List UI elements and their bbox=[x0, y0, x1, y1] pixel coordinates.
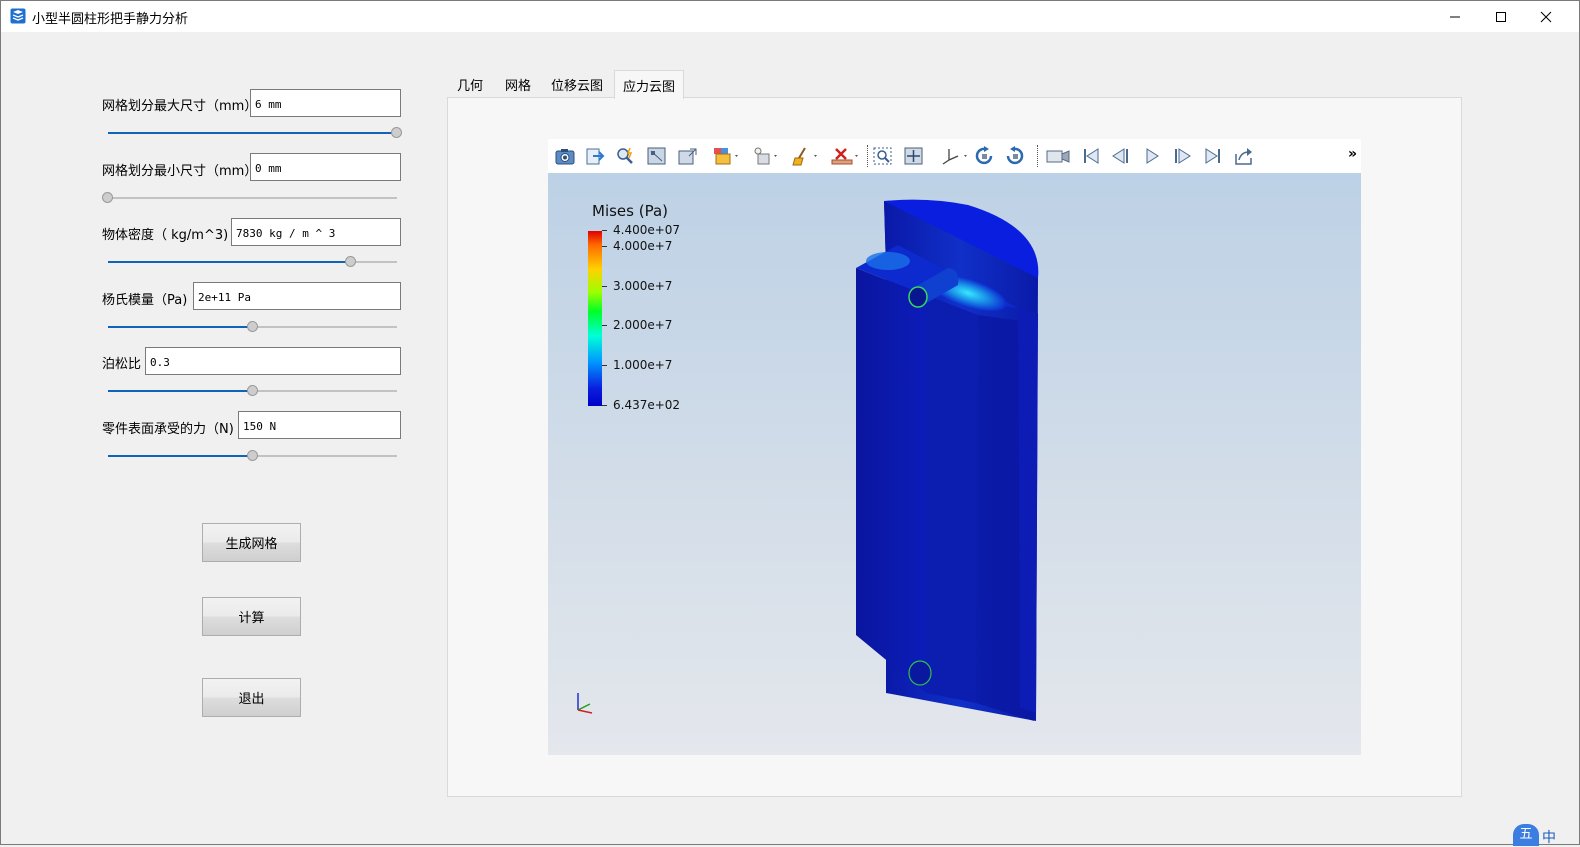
slider-thumb[interactable] bbox=[391, 127, 402, 138]
stress-viewer: » Mises (Pa) 4.400e+07 4.000e+7 3.000e+7… bbox=[548, 139, 1361, 755]
rotate-ccw-icon[interactable] bbox=[1004, 146, 1026, 166]
poisson-ratio-input[interactable]: 0.3 bbox=[145, 347, 401, 375]
viewer-toolbar: » bbox=[548, 139, 1361, 173]
axes-orientation-icon[interactable] bbox=[941, 146, 971, 166]
handle-end bbox=[908, 286, 928, 308]
minimize-icon bbox=[1450, 16, 1460, 17]
surface-force-label: 零件表面承受的力（N) bbox=[102, 422, 234, 437]
min-mesh-size-label: 网格划分最小尺寸（mm） bbox=[102, 164, 258, 179]
slider-thumb[interactable] bbox=[246, 321, 258, 332]
min-mesh-size-slider[interactable] bbox=[102, 191, 397, 205]
max-mesh-size-slider[interactable] bbox=[108, 126, 402, 140]
main-window: 小型半圆柱形把手静力分析 网格划分最大尺寸（mm） 6 mm 网格划分最小尺寸（… bbox=[0, 0, 1580, 847]
app-icon bbox=[10, 8, 26, 24]
stress-zone bbox=[866, 252, 910, 270]
toolbar-overflow-button[interactable]: » bbox=[1348, 146, 1357, 162]
bottom-pin bbox=[908, 660, 932, 686]
tab-stress[interactable]: 应力云图 bbox=[614, 70, 684, 99]
pan-icon[interactable] bbox=[903, 146, 925, 166]
maximize-icon bbox=[1496, 11, 1506, 22]
slider-thumb[interactable] bbox=[102, 192, 113, 203]
density-input[interactable]: 7830 kg / m ^ 3 bbox=[231, 218, 401, 246]
tab-geometry[interactable]: 几何 bbox=[450, 70, 490, 98]
next-frame-icon[interactable] bbox=[1171, 146, 1193, 166]
previous-frame-icon[interactable] bbox=[1110, 146, 1132, 166]
poisson-ratio-slider[interactable] bbox=[108, 384, 397, 398]
poisson-ratio-label: 泊松比 bbox=[102, 357, 142, 372]
max-mesh-size-label: 网格划分最大尺寸（mm） bbox=[102, 99, 258, 114]
density-slider[interactable] bbox=[108, 255, 397, 269]
surface-force-slider[interactable] bbox=[108, 449, 397, 463]
zoom-select-icon[interactable] bbox=[615, 146, 637, 166]
toolbar-separator bbox=[1037, 145, 1038, 167]
compute-button[interactable]: 计算 bbox=[202, 597, 301, 636]
camera-icon[interactable] bbox=[1045, 146, 1071, 166]
zoom-box-icon[interactable] bbox=[872, 146, 894, 166]
last-frame-icon[interactable] bbox=[1202, 146, 1224, 166]
ime-language-indicator[interactable]: 中 bbox=[1542, 827, 1556, 847]
ime-mode-indicator[interactable]: 五 bbox=[1513, 824, 1539, 846]
close-button[interactable] bbox=[1523, 1, 1569, 32]
density-label: 物体密度（ kg/m^3) bbox=[102, 228, 229, 243]
slider-thumb[interactable] bbox=[246, 450, 258, 461]
rotate-cw-icon[interactable] bbox=[974, 146, 996, 166]
max-mesh-size-input[interactable]: 6 mm bbox=[250, 89, 401, 117]
maximize-button[interactable] bbox=[1478, 1, 1524, 32]
clear-icon[interactable] bbox=[791, 146, 821, 166]
export-icon[interactable] bbox=[585, 146, 607, 166]
share-icon[interactable] bbox=[1233, 146, 1255, 166]
youngs-modulus-input[interactable]: 2e+11 Pa bbox=[193, 282, 401, 310]
window-title: 小型半圆柱形把手静力分析 bbox=[32, 12, 189, 27]
axis-triad bbox=[577, 693, 593, 714]
first-frame-icon[interactable] bbox=[1080, 146, 1102, 166]
right-rail bbox=[1018, 308, 1038, 713]
close-icon bbox=[1540, 11, 1552, 22]
youngs-modulus-label: 杨氏模量（Pa) bbox=[102, 293, 188, 308]
play-icon[interactable] bbox=[1141, 146, 1163, 166]
delete-icon[interactable] bbox=[830, 146, 860, 166]
box-front bbox=[856, 268, 926, 693]
min-mesh-size-input[interactable]: 0 mm bbox=[250, 153, 401, 181]
screenshot-icon[interactable] bbox=[554, 146, 576, 166]
slider-thumb[interactable] bbox=[246, 385, 258, 396]
display-mode-icon[interactable] bbox=[712, 146, 742, 166]
slider-thumb[interactable] bbox=[344, 256, 356, 267]
generate-mesh-button[interactable]: 生成网格 bbox=[202, 523, 301, 562]
tab-displacement[interactable]: 位移云图 bbox=[546, 70, 608, 98]
fullscreen-icon[interactable] bbox=[677, 146, 699, 166]
stress-model bbox=[577, 199, 1039, 721]
title-bar: 小型半圆柱形把手静力分析 bbox=[1, 1, 1579, 32]
fit-view-icon[interactable] bbox=[646, 146, 668, 166]
youngs-modulus-slider[interactable] bbox=[108, 320, 397, 334]
box-side bbox=[926, 295, 978, 703]
surface-force-input[interactable]: 150 N bbox=[238, 411, 401, 439]
minimize-button[interactable] bbox=[1432, 1, 1478, 32]
tab-mesh[interactable]: 网格 bbox=[498, 70, 538, 98]
viewport-3d[interactable]: Mises (Pa) 4.400e+07 4.000e+7 3.000e+7 2… bbox=[548, 173, 1361, 755]
exit-button[interactable]: 退出 bbox=[202, 678, 301, 717]
lighting-icon[interactable] bbox=[751, 146, 781, 166]
toolbar-separator bbox=[867, 145, 868, 167]
